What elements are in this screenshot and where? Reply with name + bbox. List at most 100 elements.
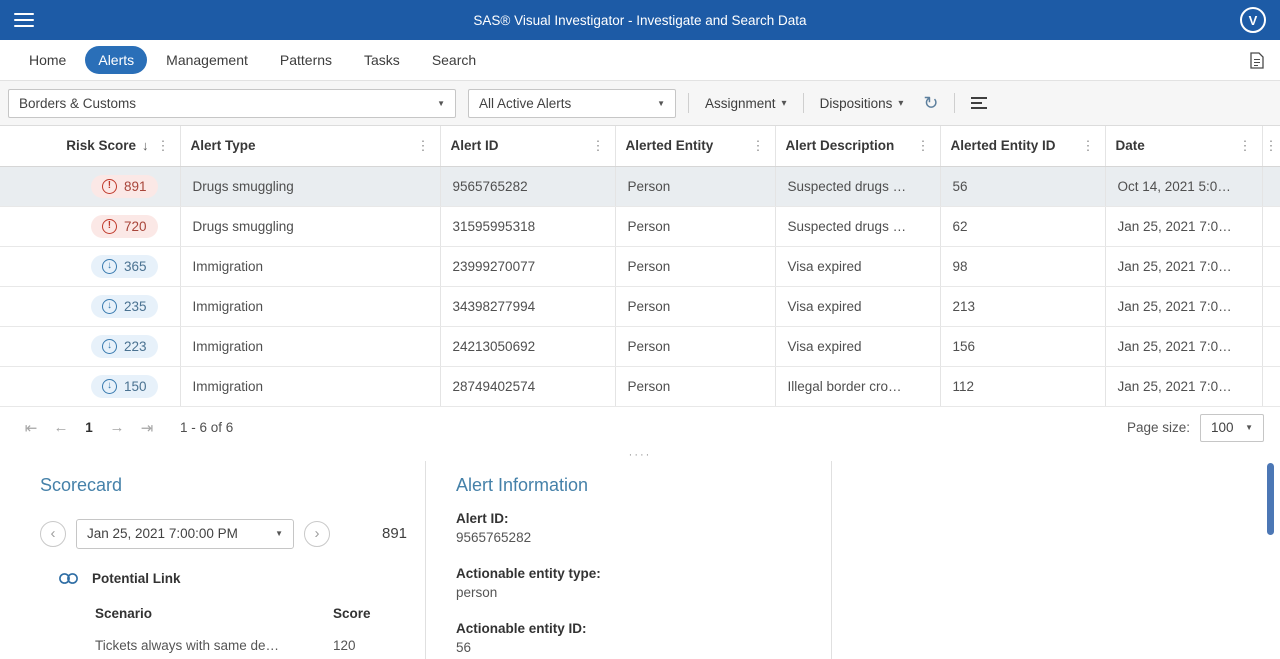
vertical-scrollbar[interactable] <box>1267 463 1274 535</box>
alert-info-field: Actionable entity ID: 56 <box>456 621 831 655</box>
column-menu-icon[interactable]: ⋮ <box>157 138 170 154</box>
tab-search[interactable]: Search <box>419 46 489 74</box>
alert-type-cell: Immigration <box>180 246 440 286</box>
alert-type-cell: Drugs smuggling <box>180 166 440 206</box>
risk-score-value: 891 <box>124 179 147 194</box>
alert-info-field: Actionable entity type: person <box>456 566 831 600</box>
chevron-down-icon: ▼ <box>267 529 283 538</box>
alert-type-cell: Immigration <box>180 366 440 406</box>
date-cell: Oct 14, 2021 5:0… <box>1105 166 1262 206</box>
alert-information-pane: Alert Information Alert ID: 9565765282 A… <box>426 461 832 659</box>
queue-select[interactable]: Borders & Customs ▼ <box>8 89 456 118</box>
date-cell: Jan 25, 2021 7:0… <box>1105 246 1262 286</box>
column-header-alert-description[interactable]: Alert Description⋮ <box>775 126 940 166</box>
column-menu-icon[interactable]: ⋮ <box>592 138 605 154</box>
alert-id-cell: 28749402574 <box>440 366 615 406</box>
last-page-icon[interactable]: ⇥ <box>132 419 162 437</box>
document-icon[interactable] <box>1249 52 1264 69</box>
column-menu-icon[interactable]: ⋮ <box>1265 138 1278 153</box>
next-page-icon[interactable]: → <box>102 419 132 436</box>
stub-cell <box>1262 366 1280 406</box>
date-cell: Jan 25, 2021 7:0… <box>1105 286 1262 326</box>
list-density-icon[interactable] <box>967 97 991 109</box>
risk-score-badge: ↓150 <box>91 375 158 398</box>
scorecard-date-select[interactable]: Jan 25, 2021 7:00:00 PM ▼ <box>76 519 294 549</box>
column-menu-icon[interactable]: ⋮ <box>917 138 930 154</box>
first-page-icon[interactable]: ⇤ <box>16 419 46 437</box>
alerted-entity-id-cell: 56 <box>940 166 1105 206</box>
alert-information-title: Alert Information <box>456 475 831 496</box>
chevron-down-icon: ▼ <box>649 99 665 108</box>
risk-high-icon: ! <box>102 219 117 234</box>
column-header-alert-id[interactable]: Alert ID ⋮ <box>440 126 615 166</box>
table-row[interactable]: !720 Drugs smuggling 31595995318 Person … <box>0 206 1280 246</box>
alert-id-cell: 23999270077 <box>440 246 615 286</box>
table-row[interactable]: ↓223 Immigration 24213050692 Person Visa… <box>0 326 1280 366</box>
previous-date-button[interactable]: ‹ <box>40 521 66 547</box>
alert-type-header-label: Alert Type <box>191 138 256 153</box>
alerted-entity-cell: Person <box>615 366 775 406</box>
column-menu-icon[interactable]: ⋮ <box>417 138 430 154</box>
alert-id-header-label: Alert ID <box>451 138 499 153</box>
risk-score-cell: ↓223 <box>0 326 180 366</box>
row-range-text: 1 - 6 of 6 <box>180 420 233 435</box>
stub-cell <box>1262 246 1280 286</box>
scorecard-date-value: Jan 25, 2021 7:00:00 PM <box>87 526 238 541</box>
alert-description-cell: Visa expired <box>775 246 940 286</box>
score-column-header: Score <box>333 606 371 621</box>
toolbar-divider <box>803 93 804 113</box>
table-row[interactable]: ↓235 Immigration 34398277994 Person Visa… <box>0 286 1280 326</box>
table-row[interactable]: ↓365 Immigration 23999270077 Person Visa… <box>0 246 1280 286</box>
assignment-menu-button[interactable]: Assignment ▾ <box>701 96 791 111</box>
risk-low-icon: ↓ <box>102 299 117 314</box>
tab-home[interactable]: Home <box>16 46 79 74</box>
table-row[interactable]: ↓150 Immigration 28749402574 Person Ille… <box>0 366 1280 406</box>
view-filter-select[interactable]: All Active Alerts ▼ <box>468 89 676 118</box>
alerted-entity-cell: Person <box>615 286 775 326</box>
alerted-entity-cell: Person <box>615 326 775 366</box>
tab-management[interactable]: Management <box>153 46 261 74</box>
tab-patterns[interactable]: Patterns <box>267 46 345 74</box>
alerted-entity-id-header-label: Alerted Entity ID <box>951 138 1056 153</box>
risk-score-cell: ↓150 <box>0 366 180 406</box>
alerted-entity-id-cell: 156 <box>940 326 1105 366</box>
panel-splitter-handle[interactable]: ···· <box>0 449 1280 461</box>
alert-description-cell: Suspected drugs … <box>775 206 940 246</box>
column-header-clipped[interactable]: ⋮ <box>1262 126 1280 166</box>
tab-tasks[interactable]: Tasks <box>351 46 413 74</box>
column-header-alerted-entity-id[interactable]: Alerted Entity ID ⋮ <box>940 126 1105 166</box>
scorecard-total-score: 891 <box>382 525 407 542</box>
column-menu-icon[interactable]: ⋮ <box>1239 138 1252 154</box>
column-header-alert-type[interactable]: Alert Type ⋮ <box>180 126 440 166</box>
hamburger-menu-icon[interactable] <box>14 13 34 27</box>
link-type-label: Potential Link <box>92 571 181 586</box>
toolbar-divider <box>954 93 955 113</box>
view-filter-value: All Active Alerts <box>479 96 571 111</box>
next-date-button[interactable]: › <box>304 521 330 547</box>
column-header-date[interactable]: Date⋮ <box>1105 126 1262 166</box>
alerted-entity-cell: Person <box>615 166 775 206</box>
dispositions-menu-button[interactable]: Dispositions ▾ <box>816 96 908 111</box>
scorecard-row[interactable]: Tickets always with same de… 120 <box>40 638 425 653</box>
user-avatar[interactable]: V <box>1240 7 1266 33</box>
page-size-select[interactable]: 100 ▼ <box>1200 414 1264 442</box>
page-size-value: 100 <box>1211 420 1234 435</box>
alert-info-field: Alert ID: 9565765282 <box>456 511 831 545</box>
column-header-alerted-entity[interactable]: Alerted Entity ⋮ <box>615 126 775 166</box>
alert-id-cell: 34398277994 <box>440 286 615 326</box>
column-menu-icon[interactable]: ⋮ <box>752 138 765 154</box>
column-header-risk-score[interactable]: Risk Score ↓ ⋮ <box>0 126 180 166</box>
risk-score-badge: !720 <box>91 215 158 238</box>
previous-page-icon[interactable]: ← <box>46 419 76 436</box>
dispositions-label: Dispositions <box>820 96 893 111</box>
column-menu-icon[interactable]: ⋮ <box>1082 138 1095 154</box>
tab-alerts[interactable]: Alerts <box>85 46 147 74</box>
scenario-column-header: Scenario <box>95 606 333 621</box>
table-row[interactable]: !891 Drugs smuggling 9565765282 Person S… <box>0 166 1280 206</box>
alerted-entity-header-label: Alerted Entity <box>626 138 714 153</box>
page-size-label: Page size: <box>1127 420 1190 435</box>
refresh-icon[interactable]: ↻ <box>919 94 942 112</box>
alert-description-cell: Visa expired <box>775 326 940 366</box>
risk-score-value: 235 <box>124 299 147 314</box>
current-page-number[interactable]: 1 <box>76 420 102 435</box>
